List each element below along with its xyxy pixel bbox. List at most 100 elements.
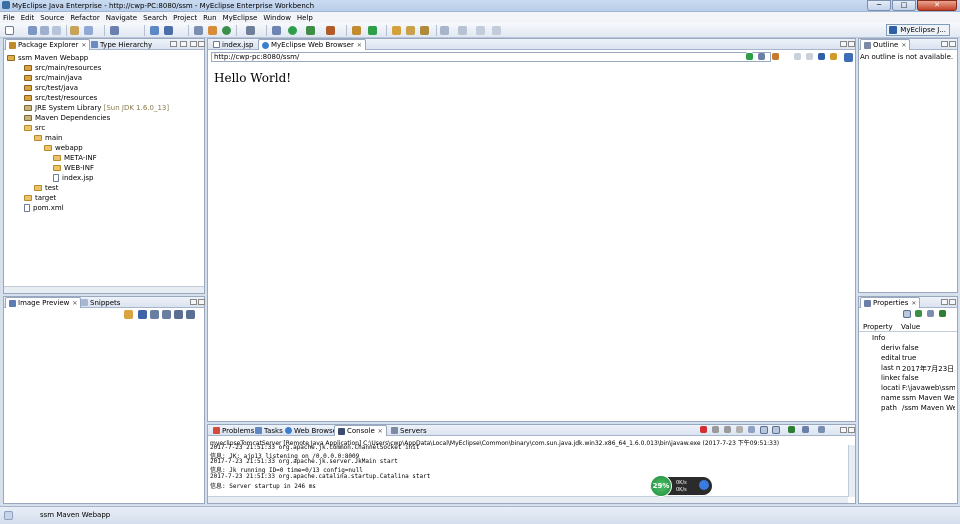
go-icon[interactable] <box>746 53 753 60</box>
tab-web-browser[interactable]: MyEclipse Web Browser ✕ <box>258 39 366 50</box>
save-all-icon[interactable] <box>40 26 49 35</box>
new-project-icon[interactable] <box>352 26 361 35</box>
close-tab-icon[interactable]: ✕ <box>911 300 916 307</box>
maximize-view-icon[interactable] <box>198 299 205 305</box>
debug-icon[interactable] <box>272 26 281 35</box>
property-row[interactable]: locati F:\javaweb\ssm ... <box>860 384 955 394</box>
open-folder-icon[interactable] <box>392 26 401 35</box>
clear-console-icon[interactable] <box>736 426 743 433</box>
remove-launch-icon[interactable] <box>712 426 719 433</box>
browser-settings-icon[interactable] <box>844 53 853 62</box>
tree-item-webapp[interactable]: webapp <box>44 143 83 153</box>
filter-icon[interactable] <box>927 310 934 317</box>
menu-help[interactable]: Help <box>297 14 313 22</box>
actual-size-icon[interactable] <box>174 310 183 319</box>
close-tab-icon[interactable]: ✕ <box>378 428 383 435</box>
minimize-view-icon[interactable] <box>941 41 948 47</box>
maximize-view-icon[interactable] <box>198 41 205 47</box>
tab-index-jsp[interactable]: index.jsp <box>210 39 256 50</box>
tree-item-src-main-java[interactable]: src/main/java <box>24 73 82 83</box>
menu-source[interactable]: Source <box>40 14 64 22</box>
minimize-view-icon[interactable] <box>840 41 847 47</box>
open-image-icon[interactable] <box>124 310 133 319</box>
property-row[interactable]: name ssm Maven We... <box>860 394 955 404</box>
bookmark-page-icon[interactable] <box>830 53 837 60</box>
menu-myeclipse[interactable]: MyEclipse <box>223 14 258 22</box>
minimize-view-icon[interactable] <box>190 299 197 305</box>
property-row[interactable]: editab true <box>860 354 955 364</box>
print-icon[interactable] <box>52 26 61 35</box>
pin-properties-icon[interactable] <box>939 310 946 317</box>
show-categories-icon[interactable] <box>903 310 911 318</box>
tab-properties[interactable]: Properties ✕ <box>860 297 921 308</box>
minimize-button[interactable]: ─ <box>867 0 891 11</box>
tab-console[interactable]: Console ✕ <box>334 425 387 436</box>
show-stderr-icon[interactable] <box>772 426 780 434</box>
tab-snippets[interactable]: Snippets <box>78 297 123 308</box>
new-icon[interactable] <box>5 26 14 35</box>
tab-servers[interactable]: Servers <box>388 425 430 436</box>
show-stdout-icon[interactable] <box>760 426 768 434</box>
minimize-view-icon[interactable] <box>840 427 847 433</box>
tree-item-target[interactable]: target <box>24 193 56 203</box>
view-menu-icon[interactable] <box>180 41 187 47</box>
home-icon[interactable] <box>772 53 779 60</box>
display-console-icon[interactable] <box>802 426 809 433</box>
server-icon[interactable] <box>84 26 93 35</box>
maximize-view-icon[interactable] <box>848 427 855 433</box>
remove-all-icon[interactable] <box>724 426 731 433</box>
horizontal-scrollbar[interactable] <box>4 286 204 293</box>
tree-item-maven-dependencies[interactable]: Maven Dependencies <box>24 113 110 123</box>
maximize-view-icon[interactable] <box>848 41 855 47</box>
run-icon[interactable] <box>288 26 297 35</box>
minimize-view-icon[interactable] <box>190 41 197 47</box>
menu-window[interactable]: Window <box>263 14 291 22</box>
tree-item-index-jsp[interactable]: index.jsp <box>53 173 93 183</box>
browser-back-icon[interactable] <box>794 53 801 60</box>
close-tab-icon[interactable]: ✕ <box>72 300 77 307</box>
perspective-switcher[interactable]: MyEclipse J... <box>886 24 950 36</box>
maximize-view-icon[interactable] <box>949 299 956 305</box>
bookmark-icon[interactable] <box>420 26 429 35</box>
property-row[interactable]: derive false <box>860 344 955 354</box>
tree-item-src-test-java[interactable]: src/test/java <box>24 83 78 93</box>
tree-item-src[interactable]: src <box>24 123 45 133</box>
link-icon[interactable] <box>194 26 203 35</box>
tree-item-src-test-resources[interactable]: src/test/resources <box>24 93 97 103</box>
close-tab-icon[interactable]: ✕ <box>901 42 906 49</box>
menu-refactor[interactable]: Refactor <box>70 14 99 22</box>
refresh-icon[interactable] <box>758 53 765 60</box>
accelerate-icon[interactable] <box>699 480 709 490</box>
vertical-scrollbar[interactable] <box>848 445 855 497</box>
menu-navigate[interactable]: Navigate <box>106 14 137 22</box>
tree-item-test[interactable]: test <box>34 183 58 193</box>
menu-search[interactable]: Search <box>143 14 167 22</box>
menu-file[interactable]: File <box>3 14 15 22</box>
zoom-out-icon[interactable] <box>162 310 171 319</box>
tree-item-main[interactable]: main <box>34 133 63 143</box>
terminate-icon[interactable] <box>700 426 707 433</box>
forward-icon[interactable] <box>492 26 501 35</box>
network-speed-widget[interactable]: 29% 0K/s 0K/s <box>650 475 712 497</box>
close-button[interactable]: ✕ <box>917 0 957 11</box>
deploy-project-icon[interactable] <box>150 26 159 35</box>
tab-type-hierarchy[interactable]: Type Hierarchy <box>88 39 155 50</box>
menu-run[interactable]: Run <box>203 14 216 22</box>
menu-edit[interactable]: Edit <box>21 14 35 22</box>
zoom-fit-icon[interactable] <box>138 310 147 319</box>
url-input[interactable]: http://cwp-pc:8080/ssm/ <box>211 52 771 62</box>
tab-package-explorer[interactable]: Package Explorer ✕ <box>5 39 91 50</box>
save-icon[interactable] <box>28 26 37 35</box>
property-row[interactable]: last m 2017年7月23日... <box>860 364 955 374</box>
tab-problems[interactable]: Problems <box>210 425 257 436</box>
tab-image-preview[interactable]: Image Preview ✕ <box>5 297 82 308</box>
tree-item-jre-library[interactable]: JRE System Library [Sun JDK 1.6.0_13] <box>24 103 169 113</box>
next-annotation-icon[interactable] <box>458 26 467 35</box>
tab-tasks[interactable]: Tasks <box>252 425 286 436</box>
tab-outline[interactable]: Outline ✕ <box>860 39 911 50</box>
scroll-lock-icon[interactable] <box>748 426 755 433</box>
horizontal-scrollbar[interactable] <box>208 496 848 503</box>
pin-console-icon[interactable] <box>788 426 795 433</box>
run-last-icon[interactable] <box>306 26 315 35</box>
open-type-icon[interactable] <box>70 26 79 35</box>
